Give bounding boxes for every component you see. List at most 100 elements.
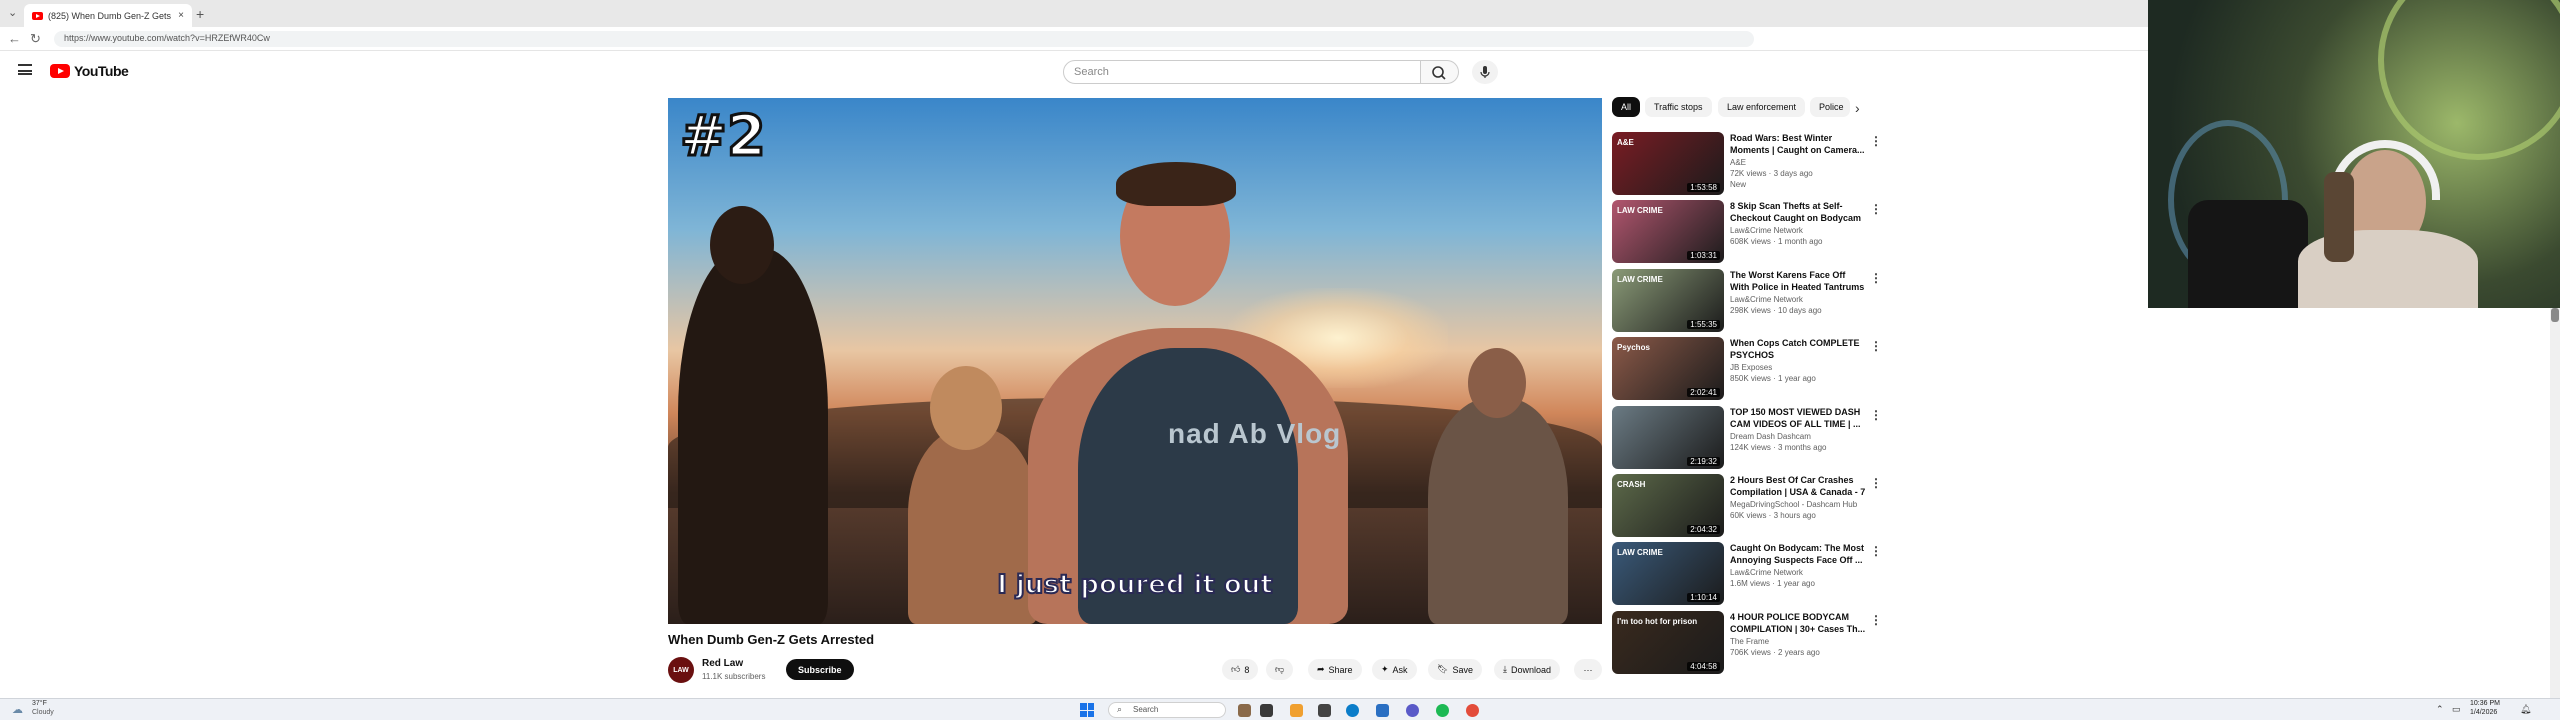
recommendation-thumbnail[interactable]: LAW CRIME 1:10:14 xyxy=(1612,542,1724,606)
widgets-icon[interactable] xyxy=(1260,704,1273,717)
more-actions-button[interactable]: ··· xyxy=(1574,659,1602,680)
recommendation-thumbnail[interactable]: 2:19:32 xyxy=(1612,405,1724,469)
recommendation-title[interactable]: 4 HOUR POLICE BODYCAM COMPILATION | 30+ … xyxy=(1730,611,1866,635)
recommendation-title[interactable]: The Worst Karens Face Off With Police in… xyxy=(1730,269,1866,293)
more-options-icon[interactable]: ⋮ xyxy=(1870,202,1882,216)
app-icon-2[interactable] xyxy=(1376,704,1389,717)
search-input[interactable]: Search xyxy=(1063,60,1421,84)
recommendation-title[interactable]: Road Wars: Best Winter Moments | Caught … xyxy=(1730,132,1866,156)
more-options-icon[interactable]: ⋮ xyxy=(1870,271,1882,285)
weather-condition[interactable]: Cloudy xyxy=(32,709,54,716)
recommendation-channel[interactable]: A&E xyxy=(1730,158,1746,167)
tab-title: (825) When Dumb Gen-Z Gets xyxy=(48,10,172,21)
video-subtitle: I just poured it out xyxy=(996,569,1273,601)
recommendation-thumbnail[interactable]: LAW CRIME 1:55:35 xyxy=(1612,268,1724,332)
taskbar-clock-date[interactable]: 1/4/2026 xyxy=(2470,709,2497,716)
channel-avatar[interactable]: LAW xyxy=(668,657,694,683)
weather-temperature[interactable]: 37°F xyxy=(32,700,47,707)
recommendation-item[interactable]: I'm too hot for prison 4:04:58 4 HOUR POLI… xyxy=(1612,610,1882,675)
scrollbar-thumb[interactable] xyxy=(2551,308,2559,322)
recommendation-title[interactable]: When Cops Catch COMPLETE PSYCHOS xyxy=(1730,337,1866,361)
chair xyxy=(2188,200,2308,308)
tab-close-icon[interactable]: × xyxy=(178,10,184,21)
recommendation-title[interactable]: TOP 150 MOST VIEWED DASH CAM VIDEOS OF A… xyxy=(1730,406,1866,430)
edge-browser-icon[interactable] xyxy=(1346,704,1359,717)
recommendation-channel[interactable]: JB Exposes xyxy=(1730,363,1772,372)
search-button[interactable] xyxy=(1421,60,1459,84)
recommendation-title[interactable]: 8 Skip Scan Thefts at Self-Checkout Caug… xyxy=(1730,200,1866,224)
recommendation-meta: 850K views · 1 year ago xyxy=(1730,374,1816,384)
discord-icon[interactable] xyxy=(1406,704,1419,717)
recommendation-item[interactable]: LAW CRIME 1:10:14 Caught On Bodycam: The M… xyxy=(1612,542,1882,606)
recommendation-channel[interactable]: Law&Crime Network xyxy=(1730,568,1803,577)
ask-button[interactable]: ✦ Ask xyxy=(1372,659,1417,680)
dislike-button[interactable]: 👎︎ xyxy=(1266,659,1294,680)
more-options-icon[interactable]: ⋮ xyxy=(1870,613,1882,627)
page-scrollbar[interactable] xyxy=(2550,308,2560,698)
recommendation-channel[interactable]: MegaDrivingSchool - Dashcam Hub xyxy=(1730,500,1857,509)
recommendation-item[interactable]: LAW CRIME 1:03:31 8 Skip Scan Thefts at Se… xyxy=(1612,200,1882,264)
recommendation-item[interactable]: LAW CRIME 1:55:35 The Worst Karens Face Of… xyxy=(1612,268,1882,333)
more-options-icon[interactable]: ⋮ xyxy=(1870,544,1882,558)
tab-search-icon[interactable]: ⌄ xyxy=(8,6,17,19)
channel-name[interactable]: Red Law xyxy=(702,658,743,669)
recommendation-item[interactable]: CRASH 2:04:32 2 Hours Best Of Car Crashes … xyxy=(1612,474,1882,538)
thumbs-up-icon: 👍︎ xyxy=(1231,664,1241,674)
video-rank-overlay: #2 xyxy=(679,103,768,171)
chevron-right-icon[interactable]: › xyxy=(1855,100,1860,116)
chrome-browser-icon[interactable] xyxy=(1466,704,1479,717)
recommendation-thumbnail[interactable]: CRASH 2:04:32 xyxy=(1612,474,1724,537)
more-options-icon[interactable]: ⋮ xyxy=(1870,408,1882,422)
recommendation-item[interactable]: A&E 1:53:58 Road Wars: Best Winter Moments… xyxy=(1612,132,1882,196)
taskbar-clock-time[interactable]: 10:36 PM xyxy=(2470,700,2500,707)
recommendation-channel[interactable]: The Frame xyxy=(1730,637,1769,646)
tray-network-icon[interactable]: ▭ xyxy=(2452,704,2461,715)
recommendation-channel[interactable]: Law&Crime Network xyxy=(1730,295,1803,304)
save-button[interactable]: 🔖︎ Save xyxy=(1428,659,1482,680)
task-view-icon[interactable] xyxy=(1238,704,1251,717)
tray-chevron-icon[interactable]: ⌃ xyxy=(2436,704,2444,715)
cloud-icon[interactable]: ☁︎ xyxy=(12,703,23,716)
windows-start-icon[interactable] xyxy=(1080,703,1094,717)
url-field[interactable]: https://www.youtube.com/watch?v=HRZEfWR4… xyxy=(54,31,1754,47)
chip-traffic-stops[interactable]: Traffic stops xyxy=(1645,97,1712,117)
windows-taskbar: ☁︎ 37°F Cloudy ⌕ Search ⌃ ▭ 10:36 PM 1/4… xyxy=(0,698,2560,720)
reload-icon[interactable]: ↻ xyxy=(30,31,41,47)
chip-law-enforcement[interactable]: Law enforcement xyxy=(1718,97,1806,117)
app-icon-1[interactable] xyxy=(1290,704,1303,717)
recommendation-channel[interactable]: Law&Crime Network xyxy=(1730,226,1803,235)
recommendation-title[interactable]: Caught On Bodycam: The Most Annoying Sus… xyxy=(1730,542,1866,566)
share-button[interactable]: ➦ Share xyxy=(1308,659,1362,680)
subscribe-button[interactable]: Subscribe xyxy=(786,659,854,680)
video-player[interactable]: #2 nad Ab Vlog I just poured it out xyxy=(668,98,1602,624)
recommendation-thumbnail[interactable]: A&E 1:53:58 xyxy=(1612,132,1724,195)
recommendation-channel[interactable]: Dream Dash Dashcam xyxy=(1730,432,1811,441)
taskbar-search-box[interactable]: ⌕ Search xyxy=(1108,702,1226,718)
more-options-icon[interactable]: ⋮ xyxy=(1870,134,1882,148)
back-arrow-icon[interactable]: ← xyxy=(8,31,21,46)
recommendation-item[interactable]: 2:19:32 TOP 150 MOST VIEWED DASH CAM VIDE… xyxy=(1612,405,1882,470)
browser-tab-active[interactable]: (825) When Dumb Gen-Z Gets × xyxy=(24,4,192,27)
chip-all[interactable]: All xyxy=(1612,97,1641,117)
like-button[interactable]: 👍︎ 8 xyxy=(1222,659,1259,680)
youtube-logo[interactable]: YouTube xyxy=(50,63,129,79)
recommendation-thumbnail[interactable]: Psychos 2:02:41 xyxy=(1612,337,1724,401)
recommendation-thumbnail[interactable]: LAW CRIME 1:03:31 xyxy=(1612,200,1724,264)
bookmark-icon: 🔖︎ xyxy=(1437,664,1449,674)
voice-search-button[interactable] xyxy=(1472,60,1498,84)
file-explorer-icon[interactable] xyxy=(1318,704,1331,717)
download-button[interactable]: ⤓ Download xyxy=(1494,659,1561,680)
recommendation-item[interactable]: Psychos 2:02:41 When Cops Catch COMPLETE P… xyxy=(1612,337,1882,401)
menu-hamburger-icon[interactable] xyxy=(18,64,32,75)
more-options-icon[interactable]: ⋮ xyxy=(1870,476,1882,490)
chip-police[interactable]: Police xyxy=(1810,97,1850,117)
video-duration: 1:53:58 xyxy=(1687,183,1720,192)
video-person-left xyxy=(678,248,828,624)
sparkle-icon: ✦ xyxy=(1381,664,1389,674)
notification-bell-icon[interactable]: 🔔︎ xyxy=(2520,704,2531,715)
recommendation-title[interactable]: 2 Hours Best Of Car Crashes Compilation … xyxy=(1730,474,1866,498)
spotify-icon[interactable] xyxy=(1436,704,1449,717)
recommendation-thumbnail[interactable]: I'm too hot for prison 4:04:58 xyxy=(1612,610,1724,674)
new-tab-button[interactable]: + xyxy=(196,6,204,22)
more-options-icon[interactable]: ⋮ xyxy=(1870,339,1882,353)
